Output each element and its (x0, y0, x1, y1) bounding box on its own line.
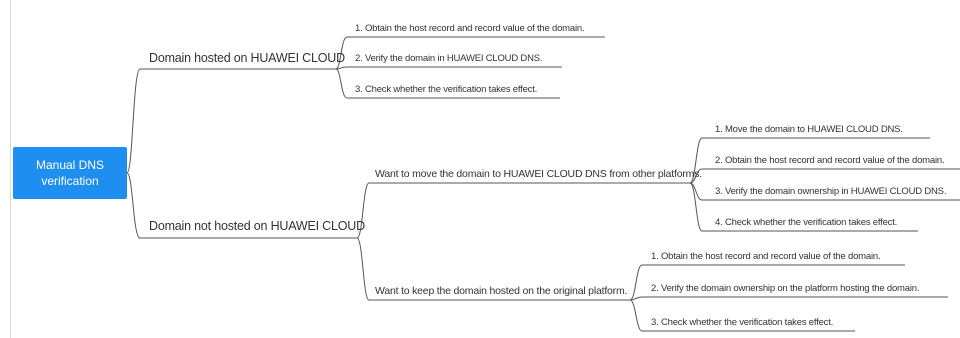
connector-keep-step-2 (629, 296, 948, 301)
move-step-1: 1. Move the domain to HUAWEI CLOUD DNS. (715, 124, 903, 135)
keep-step-2: 2. Verify the domain ownership on the pl… (651, 283, 920, 294)
root-node: Manual DNS verification (13, 147, 127, 199)
scenario-keep-label: Want to keep the domain hosted on the or… (375, 285, 628, 297)
root-label-line-2: verification (41, 174, 99, 188)
hosted-step-2: 2. Verify the domain in HUAWEI CLOUD DNS… (355, 53, 543, 64)
connector-hosted-step-2 (335, 66, 562, 70)
move-step-3: 3. Verify the domain ownership in HUAWEI… (715, 186, 947, 197)
connector-move-step-2 (689, 168, 960, 184)
connector-not-hosted-move (356, 182, 690, 239)
root-label-line-1: Manual DNS (35, 158, 105, 172)
connector-root-to-hosted (126, 68, 336, 174)
branch-hosted-label: Domain hosted on HUAWEI CLOUD (149, 51, 345, 65)
move-step-2: 2. Obtain the host record and record val… (715, 155, 945, 166)
hosted-step-3: 3. Check whether the verification takes … (355, 84, 538, 95)
branch-not-hosted-label: Domain not hosted on HUAWEI CLOUD (149, 219, 365, 233)
scenario-move-label: Want to move the domain to HUAWEI CLOUD … (375, 168, 702, 180)
keep-step-3: 3. Check whether the verification takes … (651, 317, 834, 328)
keep-step-1: 1. Obtain the host record and record val… (651, 251, 881, 262)
hosted-step-1: 1. Obtain the host record and record val… (355, 23, 585, 34)
move-step-4: 4. Check whether the verification takes … (715, 217, 898, 228)
